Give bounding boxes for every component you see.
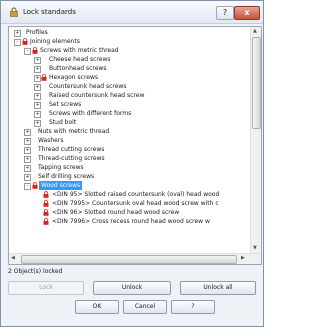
lock-standards-dialog: Lock standards ? x + Profiles - Joining … bbox=[0, 0, 264, 327]
tree-item[interactable]: + Thread cutting screws bbox=[9, 145, 249, 154]
red-padlock-icon bbox=[41, 74, 47, 81]
horizontal-scroll-thumb[interactable] bbox=[21, 255, 237, 264]
tree-item[interactable]: + Nuts with metric thread bbox=[9, 127, 249, 136]
tree-item-din-7995[interactable]: <DIN 7995> Countersunk oval head wood sc… bbox=[9, 199, 249, 208]
cancel-button[interactable]: Cancel bbox=[123, 300, 167, 314]
tree-item[interactable]: + Washers bbox=[9, 136, 249, 145]
expand-icon[interactable]: + bbox=[34, 84, 41, 91]
selected-item-label: Wood screws bbox=[39, 181, 83, 190]
expand-icon[interactable]: + bbox=[34, 120, 41, 127]
help-button[interactable]: ? bbox=[171, 300, 215, 314]
title-help-button[interactable]: ? bbox=[216, 6, 234, 20]
vertical-scrollbar[interactable]: ▲ ▼ bbox=[250, 27, 261, 253]
tree-item-profiles[interactable]: + Profiles bbox=[9, 28, 249, 37]
expand-icon[interactable]: + bbox=[24, 156, 31, 163]
expand-icon[interactable]: + bbox=[24, 147, 31, 154]
expand-icon[interactable]: + bbox=[14, 30, 21, 37]
red-padlock-icon bbox=[22, 38, 28, 45]
tree-item[interactable]: + Set screws bbox=[9, 100, 249, 109]
red-padlock-icon bbox=[43, 209, 49, 216]
expand-icon[interactable]: + bbox=[34, 102, 41, 109]
red-padlock-icon bbox=[43, 200, 49, 207]
standards-tree[interactable]: + Profiles - Joining elements - Screws w… bbox=[8, 26, 262, 265]
tree-item-joining-elements[interactable]: - Joining elements bbox=[9, 37, 249, 46]
tree-item[interactable]: + Stud bolt bbox=[9, 118, 249, 127]
vertical-scroll-thumb[interactable] bbox=[252, 37, 261, 129]
tree-item-metric-screws[interactable]: - Screws with metric thread bbox=[9, 46, 249, 55]
scroll-up-icon[interactable]: ▲ bbox=[253, 28, 257, 34]
status-text: 2 Object(s) locked bbox=[8, 268, 63, 275]
red-padlock-icon bbox=[43, 218, 49, 225]
collapse-icon[interactable]: - bbox=[14, 39, 21, 46]
tree-item-din-95[interactable]: <DIN 95> Slotted raised countersunk (ova… bbox=[9, 190, 249, 199]
horizontal-scrollbar[interactable]: ◀ ▶ bbox=[9, 253, 261, 264]
tree-item[interactable]: + Cheese head screws bbox=[9, 55, 249, 64]
scroll-left-icon[interactable]: ◀ bbox=[11, 255, 15, 261]
unlock-button[interactable]: Unlock bbox=[93, 281, 171, 295]
title-bar: Lock standards ? x bbox=[1, 1, 263, 24]
expand-icon[interactable]: + bbox=[34, 111, 41, 118]
expand-icon[interactable]: + bbox=[24, 138, 31, 145]
window-title: Lock standards bbox=[23, 8, 76, 16]
lock-button[interactable]: Lock bbox=[8, 281, 84, 295]
tree-item[interactable]: + Self drilling screws bbox=[9, 172, 249, 181]
red-padlock-icon bbox=[32, 47, 38, 54]
expand-icon[interactable]: + bbox=[24, 165, 31, 172]
expand-icon[interactable]: + bbox=[34, 57, 41, 64]
expand-icon[interactable]: + bbox=[24, 129, 31, 136]
tree-item[interactable]: + Tapping screws bbox=[9, 163, 249, 172]
red-padlock-icon bbox=[43, 191, 49, 198]
tree-item-wood-screws[interactable]: - Wood screws bbox=[9, 181, 249, 190]
title-close-button[interactable]: x bbox=[234, 6, 260, 20]
tree-item[interactable]: + Screws with different forms bbox=[9, 109, 249, 118]
tree-item-hexagon-screws[interactable]: + Hexagon screws bbox=[9, 73, 249, 82]
collapse-icon[interactable]: - bbox=[24, 48, 31, 55]
tree-item-din-96[interactable]: <DIN 96> Slotted round head wood screw bbox=[9, 208, 249, 217]
scroll-down-icon[interactable]: ▼ bbox=[253, 245, 257, 251]
expand-icon[interactable]: + bbox=[34, 66, 41, 73]
collapse-icon[interactable]: - bbox=[24, 183, 31, 190]
tree-item-din-7996[interactable]: <DIN 7996> Cross recess round head wood … bbox=[9, 217, 249, 226]
tree-item[interactable]: + Countersunk head screws bbox=[9, 82, 249, 91]
expand-icon[interactable]: + bbox=[34, 75, 41, 82]
ok-button[interactable]: OK bbox=[75, 300, 119, 314]
padlock-icon bbox=[10, 7, 18, 17]
tree-item[interactable]: + Buttonhead screws bbox=[9, 64, 249, 73]
red-padlock-icon bbox=[32, 182, 38, 189]
scroll-right-icon[interactable]: ▶ bbox=[241, 255, 245, 261]
expand-icon[interactable]: + bbox=[24, 174, 31, 181]
unlock-all-button[interactable]: Unlock all bbox=[180, 281, 256, 295]
expand-icon[interactable]: + bbox=[34, 93, 41, 100]
tree-item[interactable]: + Raised countersunk head screw bbox=[9, 91, 249, 100]
tree-item[interactable]: + Thread-cutting screws bbox=[9, 154, 249, 163]
